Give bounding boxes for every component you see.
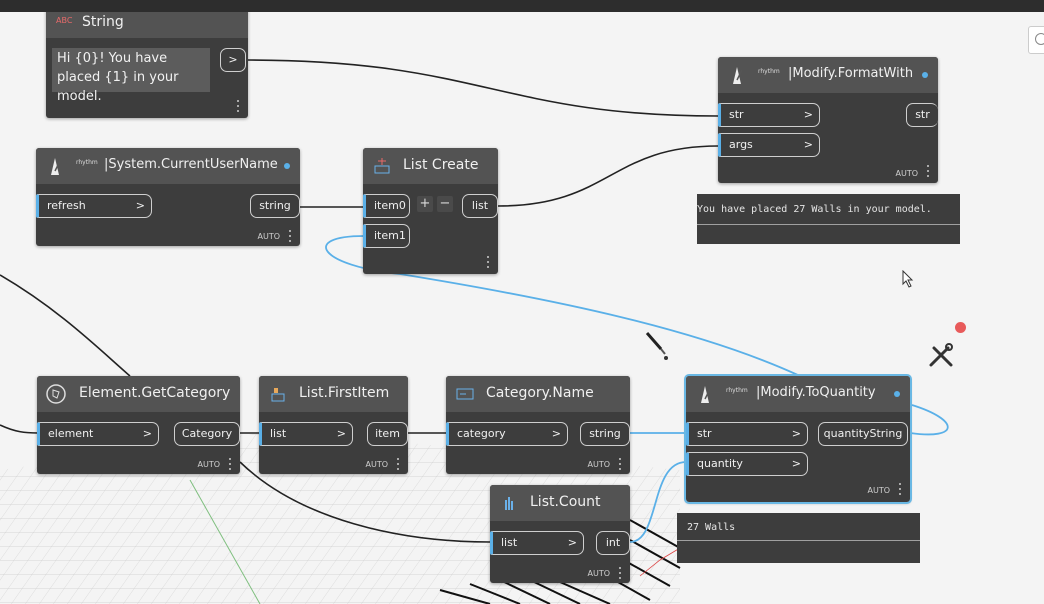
output-port-string[interactable]: string <box>580 422 630 446</box>
input-port-list[interactable]: list > <box>259 422 353 446</box>
node-menu-icon[interactable] <box>289 230 292 245</box>
output-port-item[interactable]: item <box>367 422 408 446</box>
input-port-item1[interactable]: item1 <box>363 224 410 248</box>
notification-badge-icon <box>955 322 966 333</box>
to-quantity-preview: 27 Walls <box>677 513 920 563</box>
rhythm-brand-label: rhythm <box>726 387 748 394</box>
string-output-port[interactable]: > <box>220 48 246 72</box>
node-menu-icon[interactable] <box>619 567 622 582</box>
add-input-button[interactable]: + <box>417 196 433 212</box>
input-port-refresh[interactable]: refresh > <box>36 194 152 218</box>
node-title: List Create <box>403 157 479 173</box>
metronome-icon <box>733 67 743 84</box>
lacing-label: AUTO <box>895 169 918 178</box>
input-port-args[interactable]: args > <box>718 133 820 157</box>
lacing-label: AUTO <box>587 569 610 578</box>
node-menu-icon[interactable] <box>237 100 240 115</box>
status-dot-icon <box>922 72 928 78</box>
input-port-list[interactable]: list > <box>490 531 584 555</box>
input-port-item0[interactable]: item0 <box>363 194 410 218</box>
lacing-label: AUTO <box>365 460 388 469</box>
current-user-node[interactable]: rhythm |System.CurrentUserName refresh > … <box>36 148 300 246</box>
node-menu-icon[interactable] <box>619 458 622 473</box>
remove-input-button[interactable]: − <box>437 196 453 212</box>
zoom-icon[interactable] <box>1035 33 1044 45</box>
node-title: |System.CurrentUserName <box>104 157 278 172</box>
wire-string-to-str[interactable] <box>247 59 719 117</box>
category-icon <box>456 388 474 400</box>
metronome-icon <box>51 158 61 175</box>
node-title: Element.GetCategory <box>79 385 231 401</box>
node-menu-icon[interactable] <box>927 165 930 180</box>
rhythm-brand-label: rhythm <box>758 68 780 75</box>
input-port-element[interactable]: element > <box>37 422 159 446</box>
input-port-str[interactable]: str > <box>718 103 820 127</box>
chevron-right-icon: > <box>567 536 577 549</box>
string-value-input[interactable]: Hi {0}! You have placed {1} in your mode… <box>52 48 210 104</box>
list-count-node[interactable]: List.Count list > int AUTO <box>490 485 630 583</box>
chevron-right-icon: > <box>803 138 813 151</box>
node-menu-icon[interactable] <box>487 256 490 271</box>
cursor-icon <box>902 270 914 288</box>
first-item-node[interactable]: List.FirstItem list > item AUTO <box>259 376 408 474</box>
chevron-right-icon: > <box>142 427 152 440</box>
count-icon <box>505 497 513 510</box>
output-port-str[interactable]: str <box>906 103 938 127</box>
rhythm-brand-label: rhythm <box>76 159 98 166</box>
format-with-node[interactable]: rhythm |Modify.FormatWith str > args > str… <box>718 57 938 183</box>
graph-canvas[interactable]: ABC String Hi {0}! You have placed {1} i… <box>0 0 1044 604</box>
element-icon <box>46 384 66 404</box>
output-port-string[interactable]: string <box>250 194 300 218</box>
wire-cut-cursor-icon <box>645 332 668 360</box>
wire-left-to-element[interactable] <box>0 424 39 434</box>
top-toolbar <box>0 0 1044 12</box>
get-category-node[interactable]: Element.GetCategory element > Category AU… <box>37 376 240 474</box>
list-create-icon <box>374 158 390 174</box>
chevron-right-icon: > <box>336 427 346 440</box>
zoom-controls[interactable] <box>1028 26 1044 54</box>
wire-element-to-count[interactable] <box>239 461 491 543</box>
node-menu-icon[interactable] <box>397 458 400 473</box>
node-title: |Modify.ToQuantity <box>756 385 876 400</box>
lacing-label: AUTO <box>587 460 610 469</box>
metronome-icon <box>701 386 711 403</box>
output-port-int[interactable]: int <box>596 531 630 555</box>
input-port-str[interactable]: str > <box>686 422 808 446</box>
chevron-right-icon: > <box>135 199 145 212</box>
to-quantity-node[interactable]: rhythm |Modify.ToQuantity str > quantity >… <box>684 374 912 504</box>
lacing-label: AUTO <box>257 232 280 241</box>
input-port-quantity[interactable]: quantity > <box>686 452 808 476</box>
node-title: List.Count <box>530 494 601 510</box>
wire-offscreen[interactable] <box>0 274 131 377</box>
chevron-right-icon: > <box>791 427 801 440</box>
node-menu-icon[interactable] <box>229 458 232 473</box>
node-title: |Modify.FormatWith <box>788 66 914 81</box>
string-node[interactable]: ABC String Hi {0}! You have placed {1} i… <box>46 6 248 118</box>
wire-list-to-args[interactable] <box>497 145 719 207</box>
output-port-category[interactable]: Category <box>174 422 240 446</box>
category-name-node[interactable]: Category.Name category > string AUTO <box>446 376 630 474</box>
list-create-node[interactable]: List Create item0 item1 + − list <box>363 148 498 274</box>
node-title: List.FirstItem <box>299 385 390 401</box>
lacing-label: AUTO <box>197 460 220 469</box>
output-port-quantity-string[interactable]: quantityString <box>818 422 908 446</box>
chevron-right-icon: > <box>551 427 561 440</box>
node-title: Category.Name <box>486 385 594 401</box>
input-port-category[interactable]: category > <box>446 422 568 446</box>
status-dot-icon <box>894 391 900 397</box>
chevron-right-icon: > <box>803 108 813 121</box>
node-menu-icon[interactable] <box>899 483 902 498</box>
status-dot-icon <box>284 163 290 169</box>
format-with-preview: You have placed 27 Walls in your model. <box>697 194 960 244</box>
node-title: String <box>82 14 124 30</box>
tools-icon[interactable] <box>926 340 956 370</box>
chevron-right-icon: > <box>791 457 801 470</box>
lacing-label: AUTO <box>867 486 890 495</box>
string-icon: ABC <box>56 16 73 25</box>
list-icon <box>271 388 285 402</box>
output-port-list[interactable]: list <box>462 194 498 218</box>
